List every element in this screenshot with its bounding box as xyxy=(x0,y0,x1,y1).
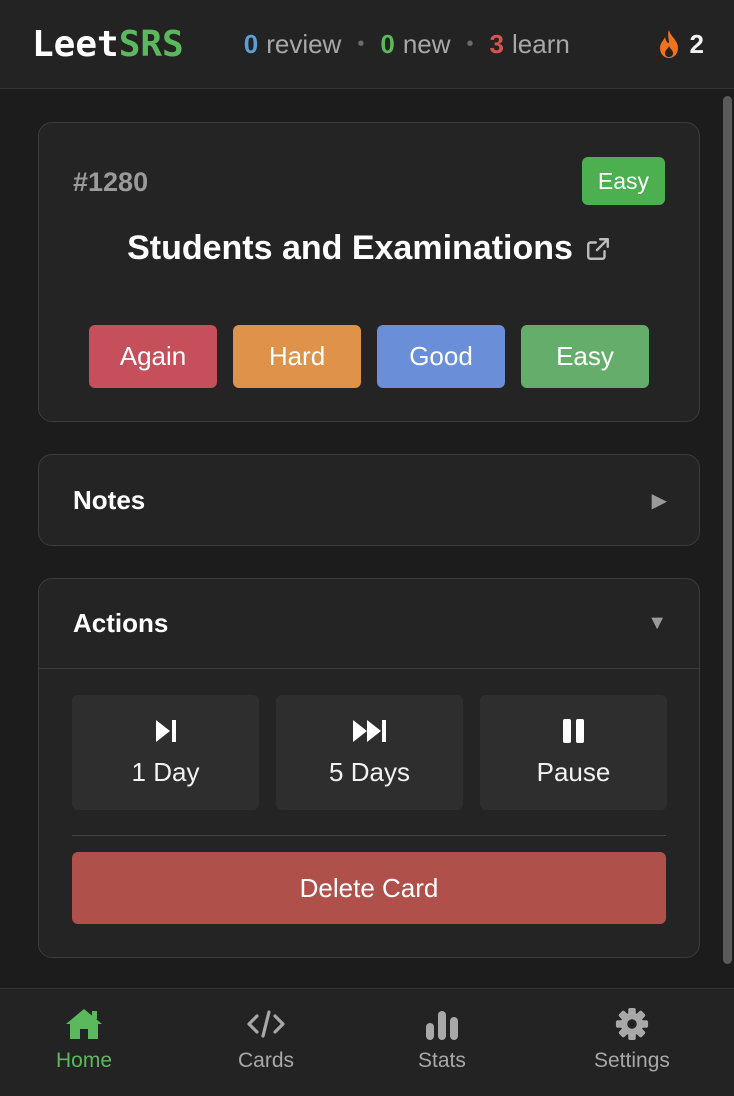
nav-label: Cards xyxy=(238,1049,295,1072)
streak-indicator: 2 xyxy=(658,29,704,60)
review-label: review xyxy=(266,28,342,59)
nav-label: Home xyxy=(56,1049,113,1072)
pause-icon xyxy=(562,719,584,743)
bottom-nav: Home Cards Stats Settings xyxy=(0,988,734,1096)
app-root: LeetSRS 0 review • 0 new • 3 learn 2 #12… xyxy=(0,0,734,1096)
nav-label: Settings xyxy=(594,1049,670,1072)
again-button[interactable]: Again xyxy=(89,325,217,388)
scrollbar[interactable] xyxy=(723,96,732,964)
difficulty-badge: Easy xyxy=(581,157,665,205)
new-count: 0 xyxy=(380,28,395,59)
problem-title[interactable]: Students and Examinations xyxy=(127,229,573,268)
actions-section-toggle[interactable]: Actions ▼ xyxy=(39,579,699,669)
action-label: 5 Days xyxy=(329,757,410,787)
nav-label: Stats xyxy=(418,1049,466,1072)
logo-srs: SRS xyxy=(118,23,184,65)
delay-5-days-button[interactable]: 5 Days xyxy=(276,695,463,810)
external-link-icon[interactable] xyxy=(585,236,611,262)
home-icon xyxy=(66,1009,103,1039)
stat-separator: • xyxy=(357,32,365,55)
top-header: LeetSRS 0 review • 0 new • 3 learn 2 xyxy=(0,0,734,89)
rating-buttons: Again Hard Good Easy xyxy=(89,325,649,388)
hard-button[interactable]: Hard xyxy=(233,325,361,388)
learn-count: 3 xyxy=(489,28,505,59)
card-panel: #1280 Easy Students and Examinations Aga… xyxy=(38,122,700,422)
pause-button[interactable]: Pause xyxy=(480,695,667,810)
delay-1-day-button[interactable]: 1 Day xyxy=(72,695,259,810)
nav-home[interactable]: Home xyxy=(56,1007,112,1073)
gear-icon xyxy=(615,1007,648,1041)
problem-id: #1280 xyxy=(73,167,149,197)
chevron-down-icon: ▼ xyxy=(647,612,667,634)
learn-label: learn xyxy=(512,28,570,59)
streak-count: 2 xyxy=(689,28,704,59)
new-label: new xyxy=(402,28,451,59)
problem-title-link[interactable]: Students and Examinations xyxy=(39,229,699,268)
divider xyxy=(72,835,666,836)
nav-cards[interactable]: Cards xyxy=(238,1007,294,1073)
code-icon xyxy=(247,1010,285,1038)
actions-panel: Actions ▼ 1 Day 5 Days Pause Delete Card xyxy=(38,578,700,958)
action-label: Pause xyxy=(536,757,611,787)
flame-icon xyxy=(659,30,678,58)
fast-forward-icon xyxy=(352,720,386,742)
delete-card-button[interactable]: Delete Card xyxy=(72,852,666,924)
nav-settings[interactable]: Settings xyxy=(594,1007,670,1073)
actions-title: Actions xyxy=(73,608,169,638)
logo-leet: Leet xyxy=(32,23,119,65)
bar-chart-icon xyxy=(425,1011,458,1040)
stat-separator: • xyxy=(466,32,474,55)
chevron-right-icon: ▶ xyxy=(651,489,667,512)
queue-stats: 0 review • 0 new • 3 learn xyxy=(244,29,570,60)
app-logo: LeetSRS xyxy=(32,24,184,65)
easy-button[interactable]: Easy xyxy=(521,325,649,388)
review-count: 0 xyxy=(243,28,259,59)
good-button[interactable]: Good xyxy=(377,325,505,388)
notes-section-toggle[interactable]: Notes ▶ xyxy=(38,454,700,546)
action-label: 1 Day xyxy=(131,757,200,787)
skip-forward-icon xyxy=(155,720,176,742)
notes-title: Notes xyxy=(73,484,146,515)
nav-stats[interactable]: Stats xyxy=(418,1007,466,1073)
action-buttons: 1 Day 5 Days Pause xyxy=(72,695,667,810)
